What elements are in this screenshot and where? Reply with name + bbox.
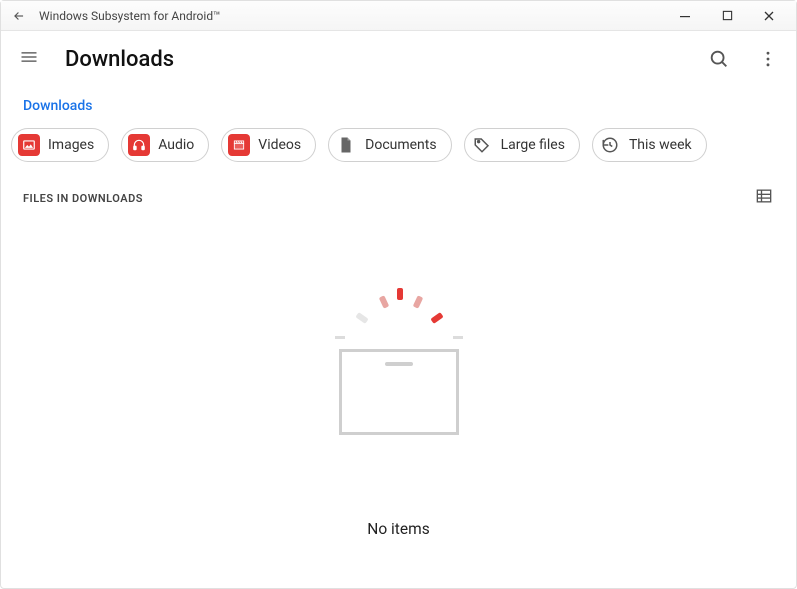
app-header: Downloads: [1, 31, 796, 87]
chip-label: Large files: [501, 137, 565, 153]
filter-chip-this-week[interactable]: This week: [592, 128, 707, 162]
chip-label: Documents: [365, 137, 436, 153]
filter-chip-audio[interactable]: Audio: [121, 128, 209, 162]
close-button[interactable]: [748, 2, 790, 30]
more-options-button[interactable]: [758, 49, 778, 69]
search-button[interactable]: [708, 48, 730, 70]
history-icon: [599, 134, 621, 156]
empty-illustration: [319, 274, 479, 454]
section-heading: FILES IN DOWNLOADS: [23, 192, 143, 205]
tag-icon: [471, 134, 493, 156]
page-title: Downloads: [65, 47, 174, 72]
breadcrumb: Downloads: [1, 87, 796, 128]
clapper-icon: [228, 134, 250, 156]
headphones-icon: [128, 134, 150, 156]
list-view-toggle[interactable]: [754, 186, 774, 210]
minimize-button[interactable]: [664, 2, 706, 30]
empty-message: No items: [367, 520, 429, 538]
maximize-button[interactable]: [706, 2, 748, 30]
menu-icon[interactable]: [19, 47, 39, 71]
chip-label: Images: [48, 137, 94, 153]
breadcrumb-item[interactable]: Downloads: [23, 98, 92, 114]
window-titlebar: Windows Subsystem for Android™: [1, 1, 796, 31]
empty-state: No items: [1, 274, 796, 538]
window-title: Windows Subsystem for Android™: [39, 9, 221, 23]
filter-chip-images[interactable]: Images: [11, 128, 109, 162]
filter-chip-row: Images Audio Videos Documents Large file…: [1, 128, 796, 178]
document-icon: [335, 134, 357, 156]
chip-label: This week: [629, 137, 692, 153]
chip-label: Videos: [258, 137, 301, 153]
chip-label: Audio: [158, 137, 194, 153]
back-button[interactable]: [7, 4, 31, 28]
section-heading-row: FILES IN DOWNLOADS: [1, 178, 796, 214]
filter-chip-large-files[interactable]: Large files: [464, 128, 580, 162]
image-icon: [18, 134, 40, 156]
filter-chip-documents[interactable]: Documents: [328, 128, 451, 162]
filter-chip-videos[interactable]: Videos: [221, 128, 316, 162]
